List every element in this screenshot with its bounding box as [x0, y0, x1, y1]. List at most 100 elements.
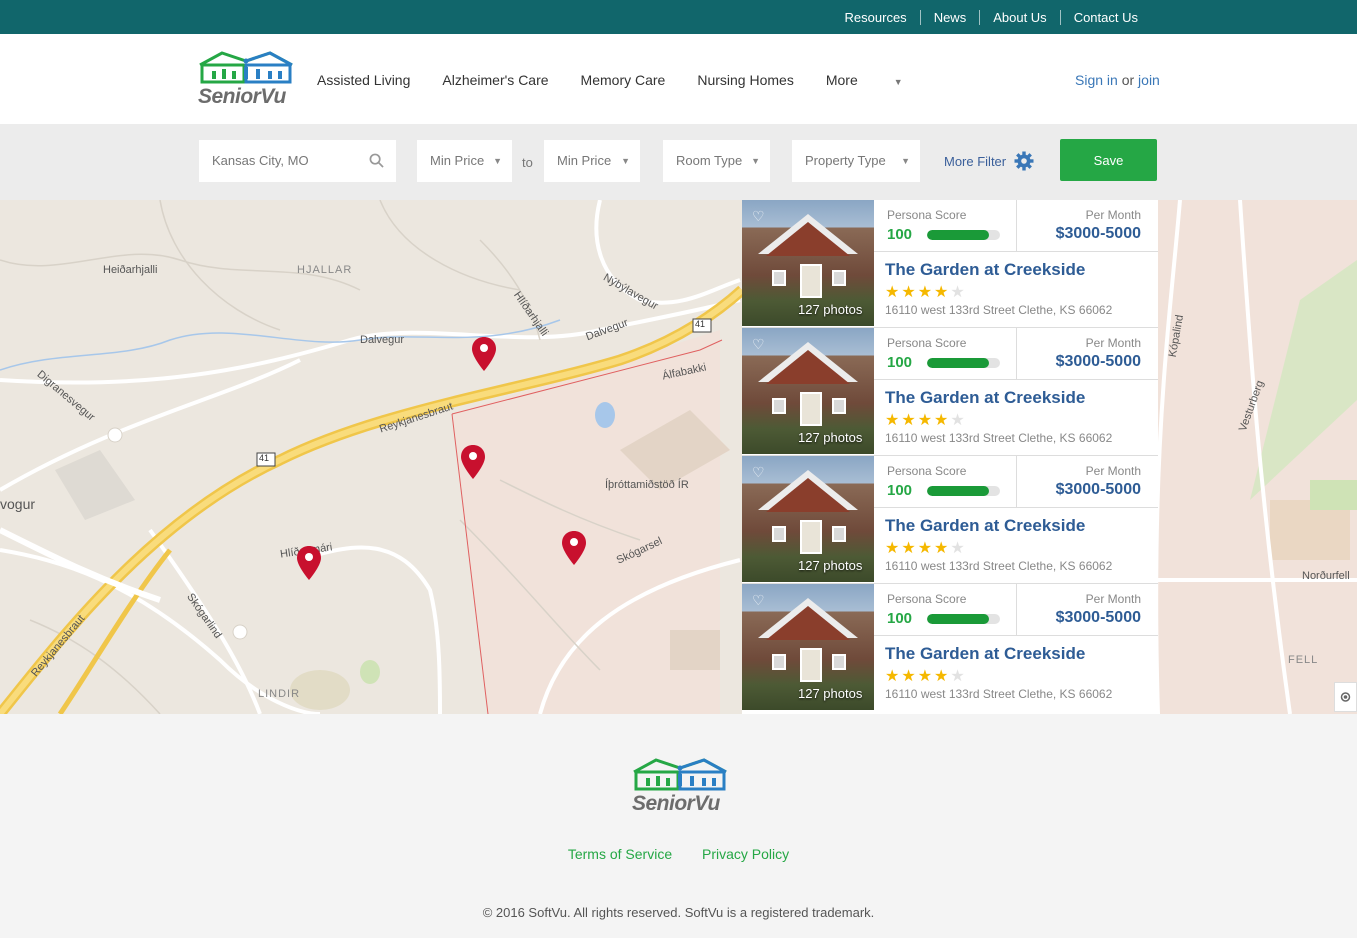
room-type-select[interactable]: Room Type ▼ — [663, 140, 770, 182]
star-filled-icon: ★ — [917, 540, 935, 557]
listing-name[interactable]: The Garden at Creekside — [885, 516, 1085, 536]
star-filled-icon: ★ — [901, 668, 918, 685]
house-gable — [766, 350, 850, 384]
persona-score: Persona Score 100 — [874, 456, 1017, 508]
terms-of-service-link[interactable]: Terms of Service — [568, 846, 672, 862]
map-pin-icon[interactable] — [472, 337, 496, 371]
score-bar-fill — [927, 486, 990, 496]
map-label: FELL — [1288, 654, 1319, 666]
listing-card[interactable]: ♡ 127 photos Persona Score 100 Per Month… — [742, 456, 1158, 584]
map-label: Heiðarhjalli — [103, 264, 158, 276]
listing-name[interactable]: The Garden at Creekside — [885, 644, 1085, 664]
auth-or-text: or — [1121, 72, 1135, 88]
top-link-resources[interactable]: Resources — [832, 10, 920, 25]
star-filled-icon: ★ — [901, 540, 918, 557]
locate-me-button[interactable] — [1334, 682, 1357, 712]
price-box: Per Month $3000-5000 — [1017, 584, 1158, 636]
persona-score: Persona Score 100 — [874, 328, 1017, 380]
score-bar-fill — [927, 230, 990, 240]
listing-card[interactable]: ♡ 127 photos Persona Score 100 Per Month… — [742, 328, 1158, 456]
more-filter-label: More Filter — [944, 153, 1007, 169]
main-nav: Assisted Living Alzheimer's Care Memory … — [317, 72, 967, 88]
listing-name[interactable]: The Garden at Creekside — [885, 388, 1085, 408]
heart-icon[interactable]: ♡ — [752, 208, 765, 225]
privacy-policy-link[interactable]: Privacy Policy — [702, 846, 789, 862]
price-box: Per Month $3000-5000 — [1017, 200, 1158, 252]
score-label: Persona Score — [887, 464, 967, 478]
score-bar — [927, 486, 1000, 496]
star-empty-icon: ★ — [950, 540, 967, 557]
score-bar — [927, 230, 1000, 240]
listing-name[interactable]: The Garden at Creekside — [885, 260, 1085, 280]
house-window — [832, 654, 846, 670]
nav-item-memory-care[interactable]: Memory Care — [581, 72, 666, 88]
house-window — [832, 526, 846, 542]
house-door — [800, 392, 822, 426]
footer-logo[interactable]: SeniorVu — [632, 756, 728, 818]
score-value: 100 — [887, 226, 913, 243]
sign-in-link[interactable]: Sign in — [1075, 72, 1118, 88]
top-link-news[interactable]: News — [919, 9, 980, 25]
listing-photo[interactable]: ♡ 127 photos — [742, 200, 874, 326]
max-price-select[interactable]: Min Price ▼ — [544, 140, 640, 182]
listing-photo[interactable]: ♡ 127 photos — [742, 584, 874, 710]
map-pin-icon[interactable] — [297, 546, 321, 580]
location-search-input[interactable]: Kansas City, MO — [199, 140, 396, 182]
nav-item-assisted-living[interactable]: Assisted Living — [317, 72, 410, 88]
persona-score: Persona Score 100 — [874, 584, 1017, 636]
score-bar-fill — [927, 358, 990, 368]
room-type-label: Room Type — [676, 153, 743, 168]
logo-wordmark: SeniorVu — [632, 792, 720, 815]
listing-photo[interactable]: ♡ 127 photos — [742, 328, 874, 454]
property-type-select[interactable]: Property Type ▼ — [792, 140, 920, 182]
star-rating: ★★★★★ — [885, 410, 967, 430]
listing-card[interactable]: ♡ 127 photos Persona Score 100 Per Month… — [742, 200, 1158, 328]
site-header: SeniorVu Assisted Living Alzheimer's Car… — [0, 34, 1357, 124]
more-filter-button[interactable]: More Filter — [944, 151, 1034, 171]
nav-item-nursing-homes[interactable]: Nursing Homes — [697, 72, 793, 88]
nav-item-alzheimers-care[interactable]: Alzheimer's Care — [442, 72, 548, 88]
photo-count: 127 photos — [798, 686, 863, 701]
star-filled-icon: ★ — [885, 412, 902, 429]
house-gable — [766, 478, 850, 512]
nav-more-label: More — [825, 72, 858, 88]
search-icon[interactable] — [369, 153, 384, 168]
star-filled-icon: ★ — [885, 540, 902, 557]
min-price-select[interactable]: Min Price ▼ — [417, 140, 512, 182]
heart-icon[interactable]: ♡ — [752, 464, 765, 481]
auth-links: Sign in or join — [1075, 72, 1160, 88]
join-link[interactable]: join — [1138, 72, 1160, 88]
map-label: Íþróttamiðstöð ÍR — [605, 479, 689, 491]
star-rating: ★★★★★ — [885, 282, 967, 302]
star-filled-icon: ★ — [917, 284, 935, 301]
caret-down-icon: ▼ — [751, 156, 760, 166]
map-pin-icon[interactable] — [461, 445, 485, 479]
heart-icon[interactable]: ♡ — [752, 336, 765, 353]
max-price-label: Min Price — [557, 153, 612, 168]
min-price-label: Min Price — [430, 153, 485, 168]
nav-item-more[interactable]: More ▼ — [826, 72, 935, 88]
listing-address: 16110 west 133rd Street Clethe, KS 66062 — [885, 303, 1113, 317]
score-bar-fill — [927, 614, 990, 624]
location-value: Kansas City, MO — [212, 153, 309, 168]
top-link-about-us[interactable]: About Us — [979, 9, 1059, 25]
save-button[interactable]: Save — [1060, 139, 1157, 181]
site-footer: SeniorVu Terms of Service Privacy Policy… — [0, 714, 1357, 938]
price-box: Per Month $3000-5000 — [1017, 456, 1158, 508]
photo-count: 127 photos — [798, 302, 863, 317]
top-bar: Resources News About Us Contact Us — [0, 0, 1357, 34]
map-pin-icon[interactable] — [562, 531, 586, 565]
star-filled-icon: ★ — [901, 412, 918, 429]
listing-address: 16110 west 133rd Street Clethe, KS 66062 — [885, 559, 1113, 573]
heart-icon[interactable]: ♡ — [752, 592, 765, 609]
listing-card[interactable]: ♡ 127 photos Persona Score 100 Per Month… — [742, 584, 1158, 712]
price-box: Per Month $3000-5000 — [1017, 328, 1158, 380]
star-filled-icon: ★ — [917, 668, 935, 685]
house-window — [832, 270, 846, 286]
top-link-contact-us[interactable]: Contact Us — [1059, 9, 1151, 25]
score-value: 100 — [887, 610, 913, 627]
house-window — [772, 270, 786, 286]
listing-photo[interactable]: ♡ 127 photos — [742, 456, 874, 582]
caret-down-icon: ▼ — [493, 156, 502, 166]
logo[interactable]: SeniorVu — [198, 49, 294, 111]
